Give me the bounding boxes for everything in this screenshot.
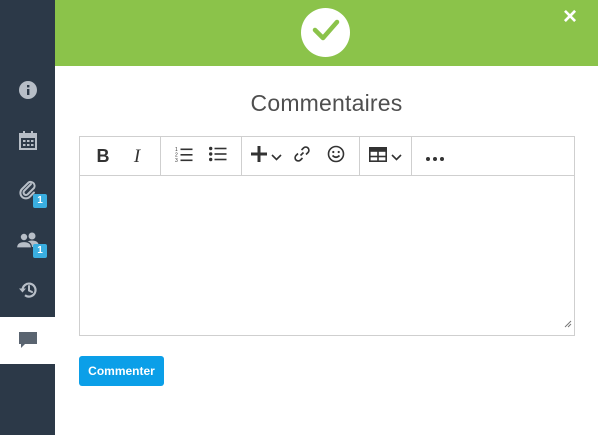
italic-button[interactable]: I (123, 142, 151, 172)
more-options-button[interactable] (421, 142, 449, 172)
page-title: Commentaires (250, 90, 403, 116)
bullet-list-button[interactable] (204, 142, 232, 172)
sidebar-item-participants[interactable]: 1 (0, 215, 55, 265)
close-button[interactable]: × (560, 5, 580, 29)
italic-icon: I (133, 145, 141, 167)
comment-editor: B I 123 (79, 136, 575, 336)
emoji-icon (327, 145, 345, 168)
success-header: × (55, 0, 598, 66)
calendar-icon (18, 130, 37, 150)
close-icon: × (562, 3, 577, 30)
sidebar-item-info[interactable] (0, 65, 55, 115)
link-icon (293, 145, 311, 168)
sidebar-item-history[interactable] (0, 265, 55, 315)
table-dropdown-button[interactable] (369, 142, 402, 172)
sidebar-item-comments[interactable] (0, 317, 55, 364)
bold-button[interactable]: B (89, 142, 117, 172)
insert-dropdown-button[interactable] (251, 142, 282, 172)
link-button[interactable] (288, 142, 316, 172)
success-badge (301, 8, 350, 57)
sidebar: 1 1 (0, 0, 55, 435)
comment-icon (18, 332, 37, 349)
sidebar-item-calendar[interactable] (0, 115, 55, 165)
list-group: 123 (161, 137, 242, 176)
info-icon (18, 81, 37, 99)
attachments-count-badge: 1 (33, 194, 47, 208)
sidebar-item-attachments[interactable]: 1 (0, 165, 55, 215)
ordered-list-icon: 123 (175, 146, 193, 167)
svg-text:3: 3 (175, 158, 178, 162)
bold-icon: B (96, 146, 110, 166)
format-group: B I (80, 137, 161, 176)
comment-panel: 1 1 × Commentaires B I 1 2 3 Commenter (0, 0, 598, 435)
checkmark-icon (312, 19, 340, 46)
chevron-down-icon (391, 148, 402, 166)
bullet-list-icon (209, 146, 227, 167)
chevron-down-icon (271, 148, 282, 166)
insert-plus-icon (251, 146, 267, 167)
submit-comment-button[interactable]: Commenter (79, 356, 164, 386)
resize-handle-icon[interactable] (564, 315, 572, 333)
table-group (360, 137, 412, 176)
emoji-button[interactable] (322, 142, 350, 172)
more-group (412, 137, 458, 176)
editor-toolbar: B I 123 (80, 137, 574, 176)
history-icon (18, 281, 38, 299)
ordered-list-button[interactable]: 123 (170, 142, 198, 172)
editor-content-area[interactable] (80, 177, 574, 335)
participants-count-badge: 1 (33, 244, 47, 258)
more-icon (426, 148, 444, 166)
table-icon (369, 146, 387, 167)
insert-group (242, 137, 360, 176)
